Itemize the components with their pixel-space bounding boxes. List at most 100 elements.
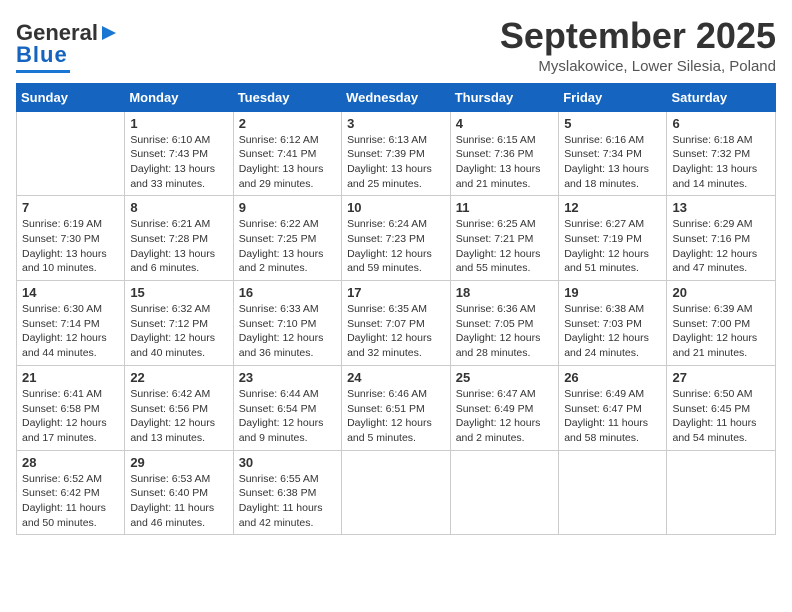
calendar-cell bbox=[667, 450, 776, 535]
col-header-thursday: Thursday bbox=[450, 83, 558, 111]
day-number: 19 bbox=[564, 285, 661, 300]
day-info: Sunrise: 6:25 AM Sunset: 7:21 PM Dayligh… bbox=[456, 217, 553, 276]
calendar-week-row: 21 Sunrise: 6:41 AM Sunset: 6:58 PM Dayli… bbox=[17, 365, 776, 450]
day-number: 20 bbox=[672, 285, 770, 300]
day-info: Sunrise: 6:44 AM Sunset: 6:54 PM Dayligh… bbox=[239, 387, 336, 446]
calendar-cell: 4 Sunrise: 6:15 AM Sunset: 7:36 PM Daylig… bbox=[450, 111, 558, 196]
day-info: Sunrise: 6:33 AM Sunset: 7:10 PM Dayligh… bbox=[239, 302, 336, 361]
calendar-cell: 12 Sunrise: 6:27 AM Sunset: 7:19 PM Dayli… bbox=[559, 196, 667, 281]
day-number: 10 bbox=[347, 200, 445, 215]
calendar-cell: 24 Sunrise: 6:46 AM Sunset: 6:51 PM Dayli… bbox=[342, 365, 451, 450]
day-number: 4 bbox=[456, 116, 553, 131]
day-info: Sunrise: 6:39 AM Sunset: 7:00 PM Dayligh… bbox=[672, 302, 770, 361]
header: General Blue September 2025 Myslakowice,… bbox=[16, 16, 776, 75]
col-header-sunday: Sunday bbox=[17, 83, 125, 111]
day-info: Sunrise: 6:21 AM Sunset: 7:28 PM Dayligh… bbox=[130, 217, 227, 276]
location: Myslakowice, Lower Silesia, Poland bbox=[500, 58, 776, 75]
day-info: Sunrise: 6:52 AM Sunset: 6:42 PM Dayligh… bbox=[22, 472, 119, 531]
logo-blue: Blue bbox=[16, 42, 68, 68]
day-info: Sunrise: 6:47 AM Sunset: 6:49 PM Dayligh… bbox=[456, 387, 553, 446]
calendar-cell: 16Sunrise: 6:33 AM Sunset: 7:10 PM Dayli… bbox=[233, 281, 341, 366]
day-number: 26 bbox=[564, 370, 661, 385]
title-area: September 2025 Myslakowice, Lower Silesi… bbox=[500, 16, 776, 75]
calendar-cell: 18Sunrise: 6:36 AM Sunset: 7:05 PM Dayli… bbox=[450, 281, 558, 366]
logo: General Blue bbox=[16, 20, 120, 73]
day-info: Sunrise: 6:41 AM Sunset: 6:58 PM Dayligh… bbox=[22, 387, 119, 446]
day-number: 8 bbox=[130, 200, 227, 215]
day-number: 30 bbox=[239, 455, 336, 470]
day-info: Sunrise: 6:12 AM Sunset: 7:41 PM Dayligh… bbox=[239, 133, 336, 192]
day-info: Sunrise: 6:38 AM Sunset: 7:03 PM Dayligh… bbox=[564, 302, 661, 361]
day-number: 12 bbox=[564, 200, 661, 215]
calendar-cell: 7 Sunrise: 6:19 AM Sunset: 7:30 PM Daylig… bbox=[17, 196, 125, 281]
calendar-cell: 30Sunrise: 6:55 AM Sunset: 6:38 PM Dayli… bbox=[233, 450, 341, 535]
calendar-body: 1Sunrise: 6:10 AM Sunset: 7:43 PM Daylig… bbox=[17, 111, 776, 535]
calendar-cell: 25 Sunrise: 6:47 AM Sunset: 6:49 PM Dayli… bbox=[450, 365, 558, 450]
day-number: 18 bbox=[456, 285, 553, 300]
day-number: 11 bbox=[456, 200, 553, 215]
calendar-cell: 8 Sunrise: 6:21 AM Sunset: 7:28 PM Daylig… bbox=[125, 196, 233, 281]
calendar-week-row: 1Sunrise: 6:10 AM Sunset: 7:43 PM Daylig… bbox=[17, 111, 776, 196]
calendar-cell: 23 Sunrise: 6:44 AM Sunset: 6:54 PM Dayli… bbox=[233, 365, 341, 450]
calendar-week-row: 28Sunrise: 6:52 AM Sunset: 6:42 PM Dayli… bbox=[17, 450, 776, 535]
day-info: Sunrise: 6:50 AM Sunset: 6:45 PM Dayligh… bbox=[672, 387, 770, 446]
calendar-cell: 17Sunrise: 6:35 AM Sunset: 7:07 PM Dayli… bbox=[342, 281, 451, 366]
day-info: Sunrise: 6:49 AM Sunset: 6:47 PM Dayligh… bbox=[564, 387, 661, 446]
day-info: Sunrise: 6:19 AM Sunset: 7:30 PM Dayligh… bbox=[22, 217, 119, 276]
calendar-cell: 21 Sunrise: 6:41 AM Sunset: 6:58 PM Dayli… bbox=[17, 365, 125, 450]
calendar-week-row: 7 Sunrise: 6:19 AM Sunset: 7:30 PM Daylig… bbox=[17, 196, 776, 281]
calendar-cell bbox=[559, 450, 667, 535]
day-number: 6 bbox=[672, 116, 770, 131]
day-number: 13 bbox=[672, 200, 770, 215]
day-number: 14 bbox=[22, 285, 119, 300]
day-number: 7 bbox=[22, 200, 119, 215]
calendar-cell: 3 Sunrise: 6:13 AM Sunset: 7:39 PM Daylig… bbox=[342, 111, 451, 196]
day-info: Sunrise: 6:32 AM Sunset: 7:12 PM Dayligh… bbox=[130, 302, 227, 361]
col-header-friday: Friday bbox=[559, 83, 667, 111]
day-info: Sunrise: 6:16 AM Sunset: 7:34 PM Dayligh… bbox=[564, 133, 661, 192]
day-info: Sunrise: 6:18 AM Sunset: 7:32 PM Dayligh… bbox=[672, 133, 770, 192]
day-number: 23 bbox=[239, 370, 336, 385]
calendar-cell: 13 Sunrise: 6:29 AM Sunset: 7:16 PM Dayli… bbox=[667, 196, 776, 281]
calendar-cell: 6 Sunrise: 6:18 AM Sunset: 7:32 PM Daylig… bbox=[667, 111, 776, 196]
calendar-cell: 11 Sunrise: 6:25 AM Sunset: 7:21 PM Dayli… bbox=[450, 196, 558, 281]
col-header-tuesday: Tuesday bbox=[233, 83, 341, 111]
day-number: 9 bbox=[239, 200, 336, 215]
calendar-cell: 2 Sunrise: 6:12 AM Sunset: 7:41 PM Daylig… bbox=[233, 111, 341, 196]
day-info: Sunrise: 6:53 AM Sunset: 6:40 PM Dayligh… bbox=[130, 472, 227, 531]
logo-underline bbox=[16, 70, 70, 73]
calendar-cell: 5 Sunrise: 6:16 AM Sunset: 7:34 PM Daylig… bbox=[559, 111, 667, 196]
day-info: Sunrise: 6:13 AM Sunset: 7:39 PM Dayligh… bbox=[347, 133, 445, 192]
day-number: 5 bbox=[564, 116, 661, 131]
day-info: Sunrise: 6:27 AM Sunset: 7:19 PM Dayligh… bbox=[564, 217, 661, 276]
calendar-week-row: 14Sunrise: 6:30 AM Sunset: 7:14 PM Dayli… bbox=[17, 281, 776, 366]
month-title: September 2025 bbox=[500, 16, 776, 56]
calendar-cell: 29Sunrise: 6:53 AM Sunset: 6:40 PM Dayli… bbox=[125, 450, 233, 535]
day-number: 22 bbox=[130, 370, 227, 385]
day-number: 1 bbox=[130, 116, 227, 131]
day-number: 27 bbox=[672, 370, 770, 385]
calendar-cell bbox=[17, 111, 125, 196]
calendar-cell: 9Sunrise: 6:22 AM Sunset: 7:25 PM Daylig… bbox=[233, 196, 341, 281]
calendar-cell: 19 Sunrise: 6:38 AM Sunset: 7:03 PM Dayli… bbox=[559, 281, 667, 366]
calendar-cell: 1Sunrise: 6:10 AM Sunset: 7:43 PM Daylig… bbox=[125, 111, 233, 196]
col-header-saturday: Saturday bbox=[667, 83, 776, 111]
col-header-monday: Monday bbox=[125, 83, 233, 111]
day-number: 25 bbox=[456, 370, 553, 385]
day-info: Sunrise: 6:15 AM Sunset: 7:36 PM Dayligh… bbox=[456, 133, 553, 192]
day-info: Sunrise: 6:42 AM Sunset: 6:56 PM Dayligh… bbox=[130, 387, 227, 446]
calendar-cell bbox=[450, 450, 558, 535]
day-number: 2 bbox=[239, 116, 336, 131]
calendar-cell: 26 Sunrise: 6:49 AM Sunset: 6:47 PM Dayli… bbox=[559, 365, 667, 450]
calendar-cell: 15 Sunrise: 6:32 AM Sunset: 7:12 PM Dayli… bbox=[125, 281, 233, 366]
day-info: Sunrise: 6:29 AM Sunset: 7:16 PM Dayligh… bbox=[672, 217, 770, 276]
day-number: 24 bbox=[347, 370, 445, 385]
col-header-wednesday: Wednesday bbox=[342, 83, 451, 111]
day-number: 21 bbox=[22, 370, 119, 385]
day-number: 3 bbox=[347, 116, 445, 131]
calendar-cell bbox=[342, 450, 451, 535]
day-number: 17 bbox=[347, 285, 445, 300]
calendar-cell: 22 Sunrise: 6:42 AM Sunset: 6:56 PM Dayli… bbox=[125, 365, 233, 450]
day-number: 15 bbox=[130, 285, 227, 300]
day-info: Sunrise: 6:46 AM Sunset: 6:51 PM Dayligh… bbox=[347, 387, 445, 446]
